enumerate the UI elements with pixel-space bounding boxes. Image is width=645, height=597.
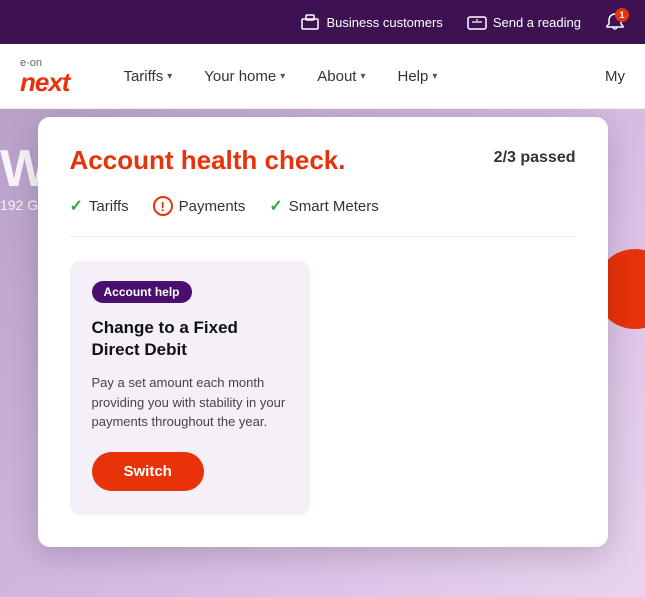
modal-overlay: Account health check. 2/3 passed ✓ Tarif… [0, 109, 645, 597]
meter-icon [467, 12, 487, 32]
modal-title: Account health check. [70, 145, 346, 176]
check-smart-meters: ✓ Smart Meters [269, 196, 378, 216]
business-icon [300, 12, 320, 32]
about-chevron-icon: ▾ [360, 71, 365, 82]
logo[interactable]: e·on next [20, 58, 69, 95]
check-row: ✓ Tariffs ! Payments ✓ Smart Meters [70, 196, 576, 237]
notification-badge: 1 [615, 8, 629, 22]
nav-items: Tariffs ▾ Your home ▾ About ▾ Help ▾ [109, 60, 605, 93]
check-payments-label: Payments [179, 198, 246, 215]
main-content: Wo 192 G Account health check. 2/3 passe… [0, 109, 645, 597]
check-tariffs-icon: ✓ [70, 196, 83, 216]
notifications-button[interactable]: 1 [605, 12, 625, 32]
top-bar: Business customers Send a reading 1 [0, 0, 645, 44]
help-chevron-icon: ▾ [432, 71, 437, 82]
check-payments: ! Payments [153, 196, 246, 216]
check-tariffs-label: Tariffs [89, 198, 129, 215]
tariffs-chevron-icon: ▾ [167, 71, 172, 82]
send-reading-link[interactable]: Send a reading [467, 12, 581, 32]
check-payments-icon: ! [153, 196, 173, 216]
switch-button[interactable]: Switch [92, 452, 204, 491]
card-title: Change to a Fixed Direct Debit [92, 317, 288, 361]
check-smart-meters-label: Smart Meters [289, 198, 379, 215]
nav-help[interactable]: Help ▾ [384, 60, 452, 93]
nav-my[interactable]: My [605, 68, 625, 85]
card-tag: Account help [92, 281, 192, 303]
check-tariffs: ✓ Tariffs [70, 196, 129, 216]
nav-your-home[interactable]: Your home ▾ [190, 60, 299, 93]
account-help-card: Account help Change to a Fixed Direct De… [70, 261, 310, 515]
modal-header: Account health check. 2/3 passed [70, 145, 576, 176]
logo-next-text: next [20, 69, 69, 95]
card-description: Pay a set amount each month providing yo… [92, 373, 288, 432]
your-home-chevron-icon: ▾ [280, 71, 285, 82]
health-check-modal: Account health check. 2/3 passed ✓ Tarif… [38, 117, 608, 547]
passed-badge: 2/3 passed [494, 145, 576, 167]
nav-bar: e·on next Tariffs ▾ Your home ▾ About ▾ … [0, 44, 645, 109]
check-smart-meters-icon: ✓ [269, 196, 282, 216]
business-customers-link[interactable]: Business customers [300, 12, 442, 32]
nav-about[interactable]: About ▾ [303, 60, 379, 93]
nav-tariffs[interactable]: Tariffs ▾ [109, 60, 186, 93]
